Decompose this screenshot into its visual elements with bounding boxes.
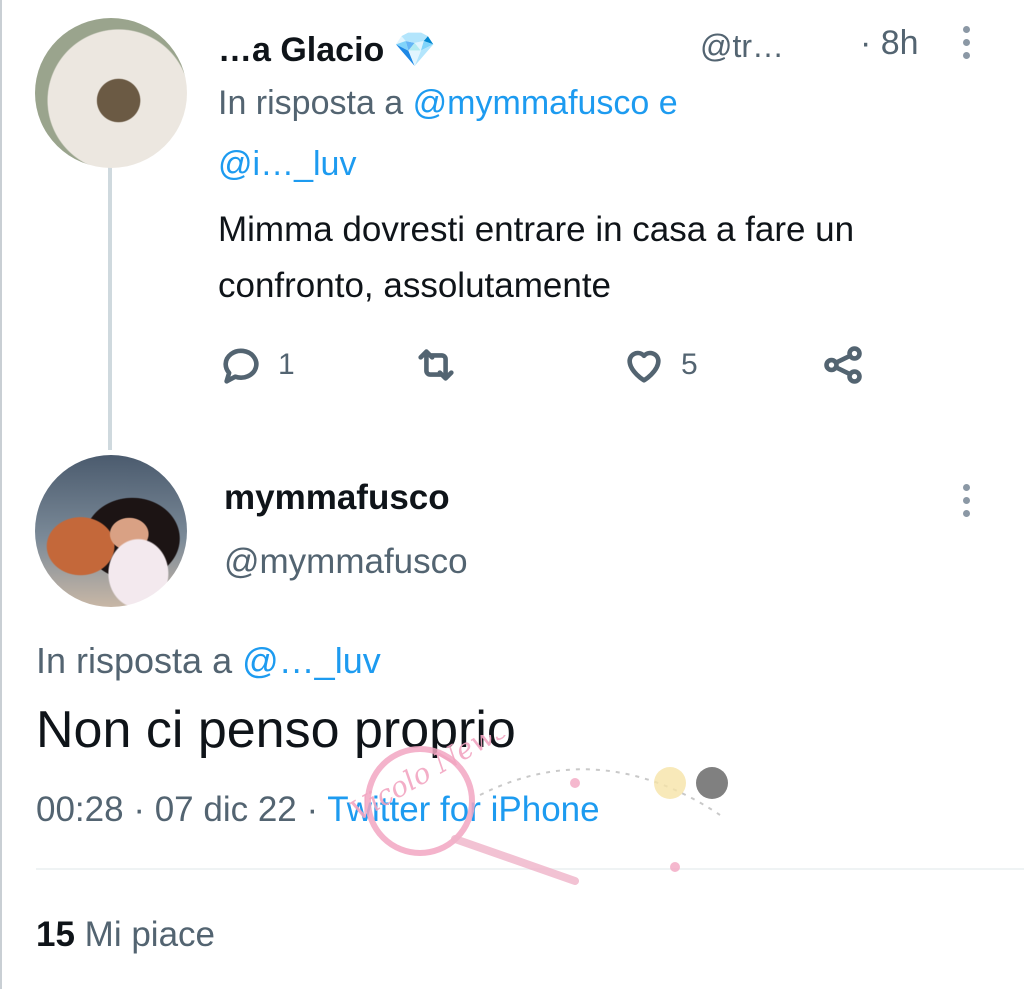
- share-icon: [824, 346, 862, 384]
- parent-tweet-text: Mimma dovresti entrare in casa a fare un…: [218, 210, 855, 305]
- avatar-main[interactable]: [35, 455, 187, 607]
- parent-display-name[interactable]: …a Glacio 💎: [218, 30, 436, 70]
- reply-mention-link[interactable]: @…_luv: [242, 640, 381, 681]
- parent-reply-context: In risposta a @mymmafusco e: [218, 84, 678, 123]
- parent-more-icon[interactable]: [963, 26, 971, 65]
- tweet-date[interactable]: 07 dic 22: [155, 790, 297, 829]
- retweet-button[interactable]: [413, 340, 473, 390]
- reply-button[interactable]: 1: [218, 340, 295, 390]
- reply-prefix: In risposta a: [218, 84, 404, 122]
- divider: [36, 868, 1024, 870]
- main-reply-context: In risposta a @…_luv: [36, 640, 381, 682]
- like-button[interactable]: 5: [621, 340, 698, 390]
- reply-icon: [223, 348, 259, 384]
- parent-handle[interactable]: @tr…: [700, 28, 784, 65]
- tweet-source[interactable]: Twitter for iPhone: [327, 790, 599, 829]
- parent-display-name-text: …a Glacio: [218, 31, 385, 69]
- likes-count: 15: [36, 915, 75, 954]
- share-button[interactable]: [820, 340, 866, 390]
- main-more-icon[interactable]: [963, 484, 971, 523]
- likes-summary[interactable]: 15 Mi piace: [36, 915, 215, 955]
- verified-gem-icon: 💎: [393, 31, 437, 69]
- reply-mention-link[interactable]: @mymmafusco e: [413, 84, 678, 122]
- avatar-parent[interactable]: [35, 18, 187, 168]
- likes-label: Mi piace: [84, 915, 215, 954]
- reply-mention-link-2[interactable]: @i…_luv: [218, 145, 356, 184]
- main-handle[interactable]: @mymmafusco: [224, 542, 468, 582]
- reply-prefix: In risposta a: [36, 640, 233, 681]
- meta-separator: ·: [306, 790, 319, 829]
- like-icon: [627, 350, 661, 383]
- main-tweet-text: Non ci penso proprio: [36, 701, 516, 759]
- tweet-time[interactable]: 00:28: [36, 790, 124, 829]
- retweet-icon: [418, 349, 454, 381]
- thread-connector: [108, 160, 112, 450]
- like-count: 5: [681, 348, 698, 381]
- screen-edge: [0, 0, 2, 989]
- meta-separator: ·: [133, 790, 145, 829]
- parent-timestamp[interactable]: · 8h: [860, 24, 919, 63]
- reply-count: 1: [278, 348, 295, 381]
- main-display-name[interactable]: mymmafusco: [224, 478, 450, 518]
- tweet-metadata: 00:28 · 07 dic 22 · Twitter for iPhone: [36, 790, 600, 830]
